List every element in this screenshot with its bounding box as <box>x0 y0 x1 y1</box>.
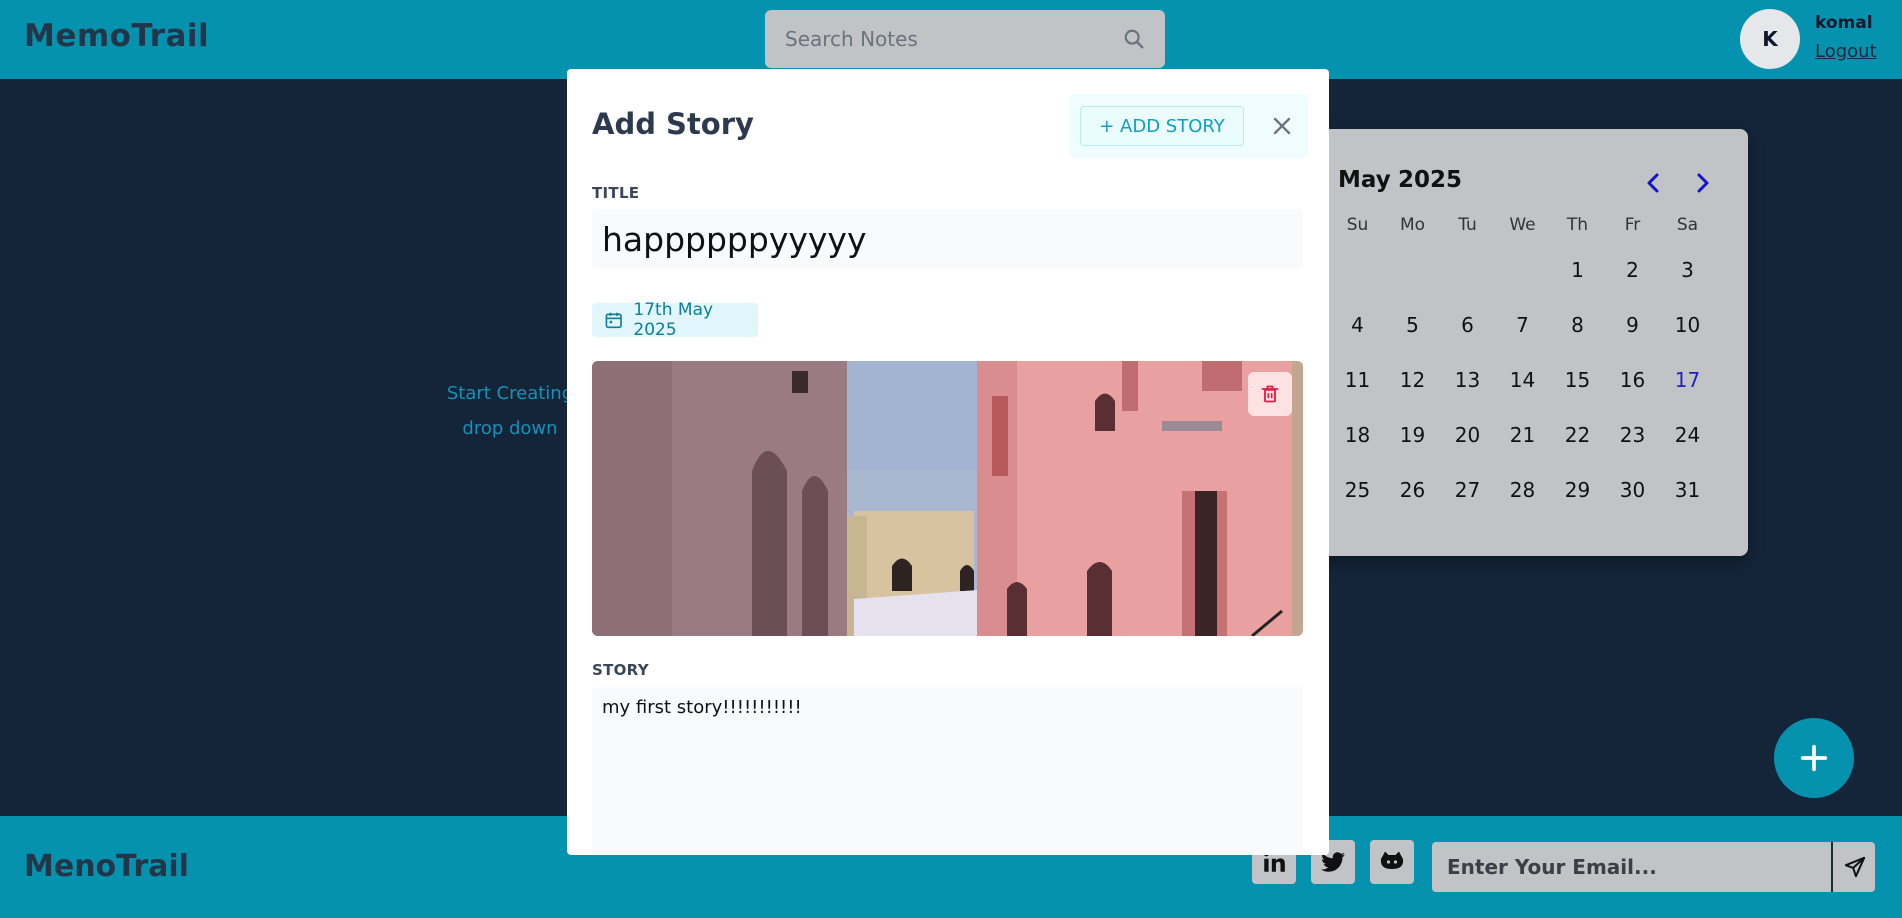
calendar-day[interactable]: 9 <box>1605 313 1660 337</box>
github-icon <box>1380 851 1404 869</box>
date-picker-button[interactable]: 17th May 2025 <box>592 300 758 340</box>
calendar-day[interactable]: 16 <box>1605 368 1660 392</box>
calendar-day[interactable]: 26 <box>1385 478 1440 502</box>
calendar-day[interactable]: 29 <box>1550 478 1605 502</box>
search-input[interactable] <box>765 10 1105 68</box>
close-icon[interactable] <box>1268 112 1296 140</box>
calendar-day[interactable]: 6 <box>1440 313 1495 337</box>
calendar-day[interactable]: 13 <box>1440 368 1495 392</box>
calendar-day[interactable]: 18 <box>1330 423 1385 447</box>
add-story-button[interactable]: + ADD STORY <box>1080 106 1244 146</box>
calendar-day[interactable]: 21 <box>1495 423 1550 447</box>
plus-icon <box>1800 744 1828 772</box>
title-label: TITLE <box>592 184 640 202</box>
calendar-day[interactable]: 28 <box>1495 478 1550 502</box>
calendar-weekday: Mo <box>1399 215 1426 235</box>
story-photo <box>592 361 1303 636</box>
calendar-weekday: Fr <box>1624 215 1641 235</box>
story-label: STORY <box>592 661 649 679</box>
calendar-day[interactable]: 19 <box>1385 423 1440 447</box>
top-header: MemoTrail K komal Logout <box>0 0 1902 79</box>
calendar-day[interactable]: 7 <box>1495 313 1550 337</box>
calendar-day[interactable]: 31 <box>1660 478 1715 502</box>
add-story-modal: Add Story + ADD STORY TITLE happppppyyyy… <box>567 69 1329 855</box>
send-button[interactable] <box>1834 842 1875 892</box>
calendar-weekday: Th <box>1566 215 1589 235</box>
calendar-day[interactable]: 1 <box>1550 258 1605 282</box>
calendar-weekday: Tu <box>1458 215 1477 235</box>
title-input[interactable]: happppppyyyyy <box>592 209 1303 269</box>
calendar-day[interactable]: 20 <box>1440 423 1495 447</box>
calendar-day[interactable]: 4 <box>1330 313 1385 337</box>
calendar-day[interactable]: 23 <box>1605 423 1660 447</box>
modal-title: Add Story <box>592 107 754 141</box>
search-icon[interactable] <box>1123 28 1145 50</box>
calendar-icon <box>605 312 622 329</box>
calendar-weekday: We <box>1509 215 1536 235</box>
story-photo-image <box>592 361 1303 636</box>
app-logo[interactable]: MemoTrail <box>24 18 209 54</box>
calendar-day[interactable]: 10 <box>1660 313 1715 337</box>
chevron-left-icon[interactable] <box>1642 171 1666 195</box>
story-textarea[interactable]: my first story!!!!!!!!!!! <box>592 687 1303 855</box>
add-story-fab[interactable] <box>1774 718 1854 798</box>
delete-image-button[interactable] <box>1248 372 1292 416</box>
date-value: 17th May 2025 <box>633 300 714 340</box>
calendar-month: May <box>1338 167 1391 193</box>
footer-logo: MenoTrail <box>24 849 189 884</box>
send-icon <box>1844 856 1865 878</box>
calendar-day-selected[interactable]: 17 <box>1660 368 1715 392</box>
chevron-right-icon[interactable] <box>1690 171 1714 195</box>
calendar-weekday: Su <box>1346 215 1369 235</box>
calendar-weekday: Sa <box>1676 215 1699 235</box>
empty-state-hint: Start Creating drop down <box>430 376 590 446</box>
calendar-day[interactable]: 25 <box>1330 478 1385 502</box>
search-bar <box>765 10 1165 68</box>
username: komal <box>1815 13 1873 33</box>
calendar-day[interactable]: 14 <box>1495 368 1550 392</box>
calendar-day[interactable]: 24 <box>1660 423 1715 447</box>
calendar-day[interactable]: 11 <box>1330 368 1385 392</box>
calendar-day[interactable]: 27 <box>1440 478 1495 502</box>
empty-state-line-1: Start Creating <box>446 383 574 404</box>
github-button[interactable] <box>1370 840 1414 884</box>
calendar-day[interactable]: 8 <box>1550 313 1605 337</box>
avatar: K <box>1740 9 1800 69</box>
calendar-year: 2025 <box>1398 167 1463 193</box>
email-divider <box>1831 842 1833 892</box>
calendar-day[interactable]: 30 <box>1605 478 1660 502</box>
trash-icon <box>1261 385 1279 403</box>
newsletter-form <box>1432 842 1875 892</box>
calendar-day[interactable]: 22 <box>1550 423 1605 447</box>
modal-actions: + ADD STORY <box>1070 94 1308 158</box>
logout-link[interactable]: Logout <box>1815 41 1877 62</box>
calendar-day[interactable]: 12 <box>1385 368 1440 392</box>
calendar-day[interactable]: 3 <box>1660 258 1715 282</box>
calendar-day[interactable]: 5 <box>1385 313 1440 337</box>
calendar-day[interactable]: 15 <box>1550 368 1605 392</box>
email-input[interactable] <box>1432 842 1832 892</box>
empty-state-line-2: drop down <box>462 418 558 439</box>
calendar-widget: May 2025 Su Mo Tu We Th Fr Sa 1 2 3 4 5 6 7 8 9 10 11 12 13… <box>1310 129 1748 556</box>
calendar-day[interactable]: 2 <box>1605 258 1660 282</box>
